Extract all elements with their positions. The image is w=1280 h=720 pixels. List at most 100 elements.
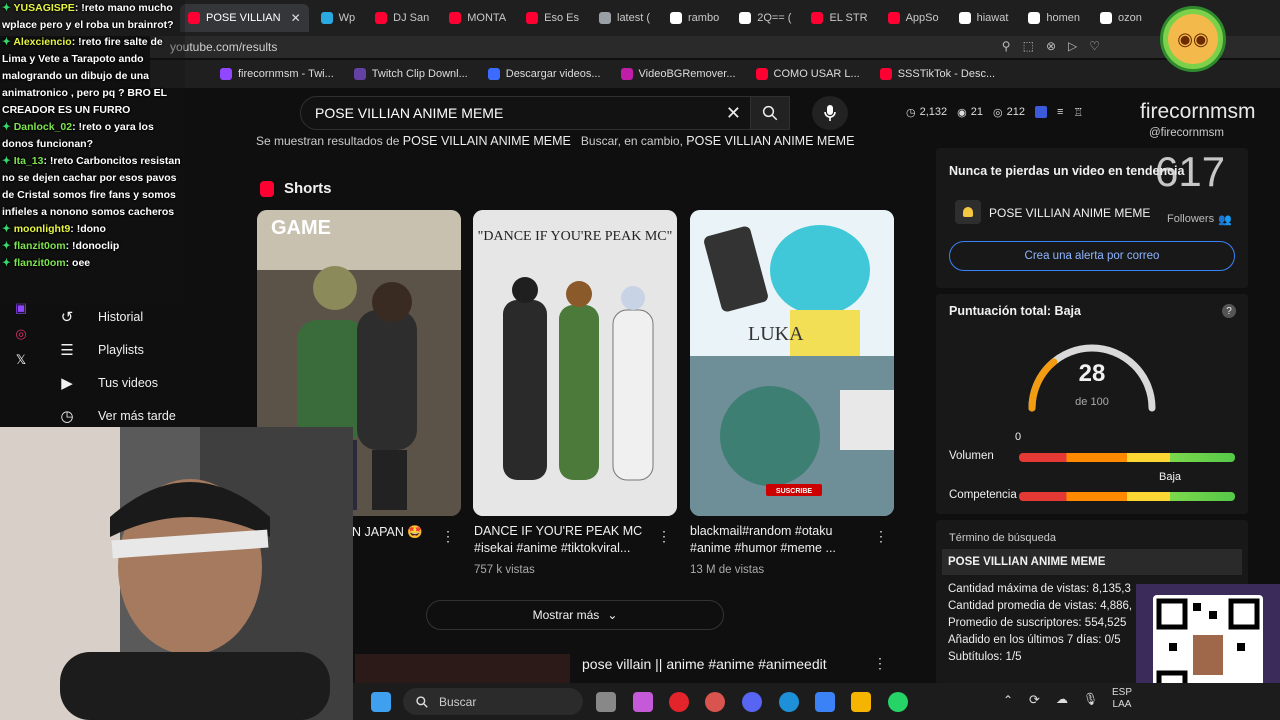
views-stat: ◷ 2,132 [906, 106, 948, 119]
close-tab-icon[interactable]: ✕ [291, 11, 301, 25]
short-card-3[interactable]: LUKA SUSCRIBE [690, 210, 894, 516]
task-view-icon[interactable] [596, 692, 616, 712]
chat-username: moonlight9 [13, 223, 71, 235]
metric-row: Promedio de suscriptores: 554,525 [948, 617, 1127, 629]
bookmark-favicon-icon [353, 68, 366, 80]
discord-icon[interactable] [742, 692, 762, 712]
social-icons: ▣ ◎ 𝕏 [8, 300, 34, 368]
thumbnail-overlay-text: GAME [271, 217, 331, 239]
short-thumbnail-2: "DANCE IF YOU'RE PEAK MC" [473, 210, 677, 516]
search-button[interactable] [750, 96, 790, 130]
browser-tab[interactable]: latest ( [591, 4, 658, 32]
chat-badge-icon: ✦ [2, 121, 14, 133]
recorder-icon[interactable] [705, 692, 725, 712]
chat-message: ✦ Alexciencio: !reto fire salte de Lima … [2, 34, 183, 119]
browser-tab[interactable]: 2Q== ( [731, 4, 799, 32]
browser-tab[interactable]: ozon [1092, 4, 1150, 32]
video-thumbnail[interactable] [355, 654, 570, 684]
short-title-2[interactable]: DANCE IF YOU'RE PEAK MC #isekai #anime #… [474, 523, 654, 557]
browser-tab[interactable]: MONTA [441, 4, 514, 32]
sidebar-item[interactable]: ☰ Playlists [50, 333, 240, 366]
mic-tray-icon[interactable]: 🎙 [1083, 692, 1098, 706]
crop-icon[interactable]: ⬚ [1023, 39, 1034, 53]
menu-icon[interactable]: ≡ [1057, 106, 1063, 118]
more-options-icon[interactable]: ⋮ [657, 528, 671, 545]
help-icon[interactable]: ? [1222, 304, 1236, 318]
short-title-1[interactable]: N JAPAN 🤩 [352, 524, 442, 541]
more-options-icon[interactable]: ⋮ [874, 528, 888, 545]
refresh-icon[interactable]: ⟳ [1029, 692, 1040, 708]
browser-tab[interactable]: DJ San [367, 4, 437, 32]
browser-tab[interactable]: EL STR [803, 4, 875, 32]
browser-tab[interactable]: homen [1020, 4, 1088, 32]
bookmark-item[interactable]: COMO USAR L... [755, 68, 860, 80]
address-bar[interactable]: youtube.com/results ⚲ ⬚ ⊗ ▷ ♡ [150, 36, 1280, 58]
block-icon[interactable]: ⊗ [1046, 39, 1056, 53]
create-email-alert-button[interactable]: Crea una alerta por correo [949, 241, 1235, 271]
tab-favicon-icon [670, 12, 683, 24]
search-input[interactable]: POSE VILLIAN ANIME MEME ✕ [300, 96, 790, 130]
sidebar-item[interactable]: ▶ Tus videos [50, 366, 240, 399]
browser-tab[interactable]: Wp [313, 4, 364, 32]
whatsapp-icon[interactable] [888, 692, 908, 712]
bookmark-item[interactable]: Descargar videos... [487, 68, 601, 80]
browser-tab[interactable]: AppSo [880, 4, 947, 32]
microphone-icon [824, 105, 836, 121]
show-more-button[interactable]: Mostrar más ⌄ [426, 600, 724, 630]
chat-message: ✦ YUSAGISPE: !reto mano mucho wplace per… [2, 0, 183, 34]
chat-badge-icon: ✦ [2, 155, 14, 167]
copilot-icon[interactable] [633, 692, 653, 712]
chevron-down-icon: ⌄ [607, 608, 618, 622]
bookmark-favicon-icon [220, 68, 232, 80]
folder-icon[interactable] [851, 692, 871, 712]
windows-taskbar: Buscar ⌃ ⟳ ☁ 🎙 ESP LAA [353, 683, 1280, 720]
more-options-icon[interactable]: ⋮ [441, 528, 455, 545]
browser-tab[interactable]: rambo [662, 4, 727, 32]
start-icon[interactable] [371, 692, 391, 712]
surprised-face-icon: ◉◉ [1168, 14, 1218, 64]
address-text: youtube.com/results [170, 40, 278, 54]
more-options-icon[interactable]: ⋮ [873, 655, 887, 672]
pin-icon[interactable]: ⚲ [1002, 39, 1011, 53]
app-icon[interactable] [815, 692, 835, 712]
play-icon[interactable]: ▷ [1068, 39, 1077, 53]
playlists-icon: ☰ [60, 341, 74, 359]
tab-favicon-icon [739, 12, 752, 24]
cloud-icon[interactable]: ☁ [1056, 692, 1068, 706]
opera-icon[interactable] [669, 692, 689, 712]
taskbar-search[interactable]: Buscar [403, 688, 583, 715]
chat-username: YUSAGISPE [13, 2, 75, 14]
heart-icon[interactable]: ♡ [1089, 39, 1100, 53]
clear-search-icon[interactable]: ✕ [726, 103, 741, 124]
tray-chevron-icon[interactable]: ⌃ [1003, 693, 1013, 707]
trend-query: POSE VILLIAN ANIME MEME [989, 206, 1151, 220]
original-query-link[interactable]: POSE VILLIAN ANIME MEME [686, 134, 854, 148]
bookmark-favicon-icon [487, 68, 500, 80]
bookmark-item[interactable]: Twitch Clip Downl... [353, 68, 468, 80]
video-title[interactable]: pose villain || anime #anime #animeedit [582, 656, 827, 672]
address-bar-icons: ⚲ ⬚ ⊗ ▷ ♡ [1002, 39, 1100, 53]
browser-tab[interactable]: hiawat [951, 4, 1017, 32]
score-value: 28 [1078, 360, 1106, 387]
trophy-icon[interactable]: ♖ [1073, 106, 1083, 119]
volume-value: 0 [1015, 431, 1022, 443]
x-icon: 𝕏 [15, 352, 27, 367]
browser-tab[interactable]: POSE VILLIAN ✕ [180, 4, 309, 32]
shorts-icon [260, 180, 274, 197]
corrected-query-link[interactable]: POSE VILLAIN ANIME MEME [403, 134, 571, 148]
bookmark-item[interactable]: SSSTikTok - Desc... [879, 68, 995, 80]
people-icon: 👥 [1218, 214, 1232, 226]
bookmark-item[interactable]: VideoBGRemover... [620, 68, 736, 80]
chat-username: Alexciencio [13, 36, 72, 48]
extension-icon[interactable] [1034, 106, 1047, 118]
short-card-2[interactable]: "DANCE IF YOU'RE PEAK MC" [473, 210, 677, 516]
volume-bar [1019, 453, 1235, 462]
bell-icon [955, 200, 981, 224]
short-title-3[interactable]: blackmail#random #otaku #anime #humor #m… [690, 523, 870, 557]
bookmark-item[interactable]: firecornmsm - Twi... [220, 68, 334, 80]
browser-tab[interactable]: Eso Es [518, 4, 587, 32]
language-indicator[interactable]: ESP LAA [1112, 687, 1132, 711]
voice-search-button[interactable] [812, 96, 848, 130]
edge-icon[interactable] [779, 692, 799, 712]
tab-favicon-icon [320, 12, 333, 24]
